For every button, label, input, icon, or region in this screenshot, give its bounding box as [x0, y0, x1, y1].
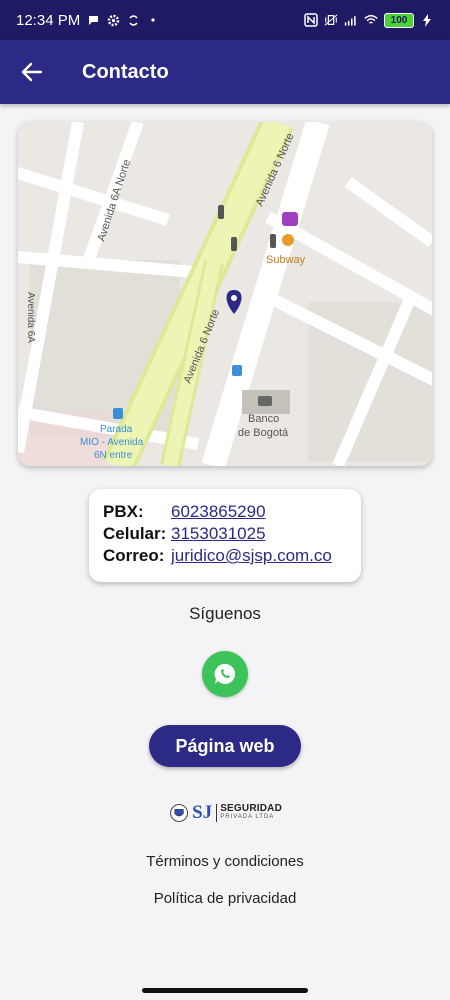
- battery-icon: 100: [384, 12, 414, 28]
- logo-sj: SJ: [192, 802, 213, 823]
- status-time: 12:34 PM: [16, 11, 81, 29]
- map-street-label: Avenida 6A: [25, 292, 36, 343]
- follow-label: Síguenos: [189, 604, 261, 623]
- back-button[interactable]: [4, 40, 60, 104]
- map-canvas[interactable]: Avenida 6 Norte Avenida 6 Norte Avenida …: [18, 122, 432, 466]
- contact-row-mail: Correo: juridico@sjsp.com.co: [103, 545, 347, 567]
- logo-text: SEGURIDAD PRIVADA LTDA: [216, 804, 282, 822]
- website-button[interactable]: Página web: [149, 725, 301, 767]
- email-link[interactable]: juridico@sjsp.com.co: [171, 545, 332, 567]
- contact-row-pbx: PBX: 6023865290: [103, 501, 347, 523]
- status-left: 12:34 PM: [16, 12, 160, 29]
- chat-bubble-icon: [86, 13, 100, 27]
- gear-icon: [106, 13, 120, 27]
- privacy-link[interactable]: Política de privacidad: [0, 890, 450, 907]
- dot-icon: [146, 13, 160, 27]
- contact-label: Celular:: [103, 524, 167, 543]
- map-view[interactable]: Avenida 6 Norte Avenida 6 Norte Avenida …: [18, 122, 432, 466]
- status-bar: 12:34 PM 100: [0, 0, 450, 40]
- map-place-label: Subway: [266, 254, 306, 266]
- contact-row-cel: Celular: 3153031025: [103, 523, 347, 545]
- contact-label: Correo:: [103, 546, 165, 565]
- logo-sub: PRIVADA LTDA: [220, 814, 275, 820]
- pbx-phone-link[interactable]: 6023865290: [171, 501, 266, 523]
- vibrate-icon: [324, 13, 338, 27]
- charging-icon: [420, 13, 434, 27]
- page-title: Contacto: [82, 60, 169, 83]
- map-place-label: 6N entre: [94, 450, 133, 461]
- bank-icon: [242, 390, 290, 414]
- shield-logo-icon: [170, 804, 188, 822]
- map-place-label: de Bogotá: [238, 427, 289, 439]
- company-logo: SJ SEGURIDAD PRIVADA LTDA: [170, 797, 282, 829]
- sync-icon: [126, 13, 140, 27]
- contact-card: PBX: 6023865290 Celular: 3153031025 Corr…: [89, 489, 361, 582]
- signal-icon: [344, 13, 358, 27]
- contact-label: PBX:: [103, 502, 144, 521]
- wifi-icon: [364, 13, 378, 27]
- arrow-left-icon: [21, 62, 43, 82]
- logo-main: SEGURIDAD: [220, 803, 282, 814]
- status-right: 100: [304, 12, 434, 28]
- terms-link[interactable]: Términos y condiciones: [0, 853, 450, 870]
- map-place-label: Banco: [248, 413, 279, 425]
- app-bar: Contacto: [0, 40, 450, 104]
- home-indicator[interactable]: [142, 988, 308, 993]
- whatsapp-icon: [214, 663, 236, 684]
- nfc-icon: [304, 13, 318, 27]
- cell-phone-link[interactable]: 3153031025: [171, 523, 266, 545]
- map-place-label: MIO - Avenida: [80, 437, 144, 448]
- map-place-label: Parada: [100, 424, 133, 435]
- whatsapp-button[interactable]: [202, 651, 248, 697]
